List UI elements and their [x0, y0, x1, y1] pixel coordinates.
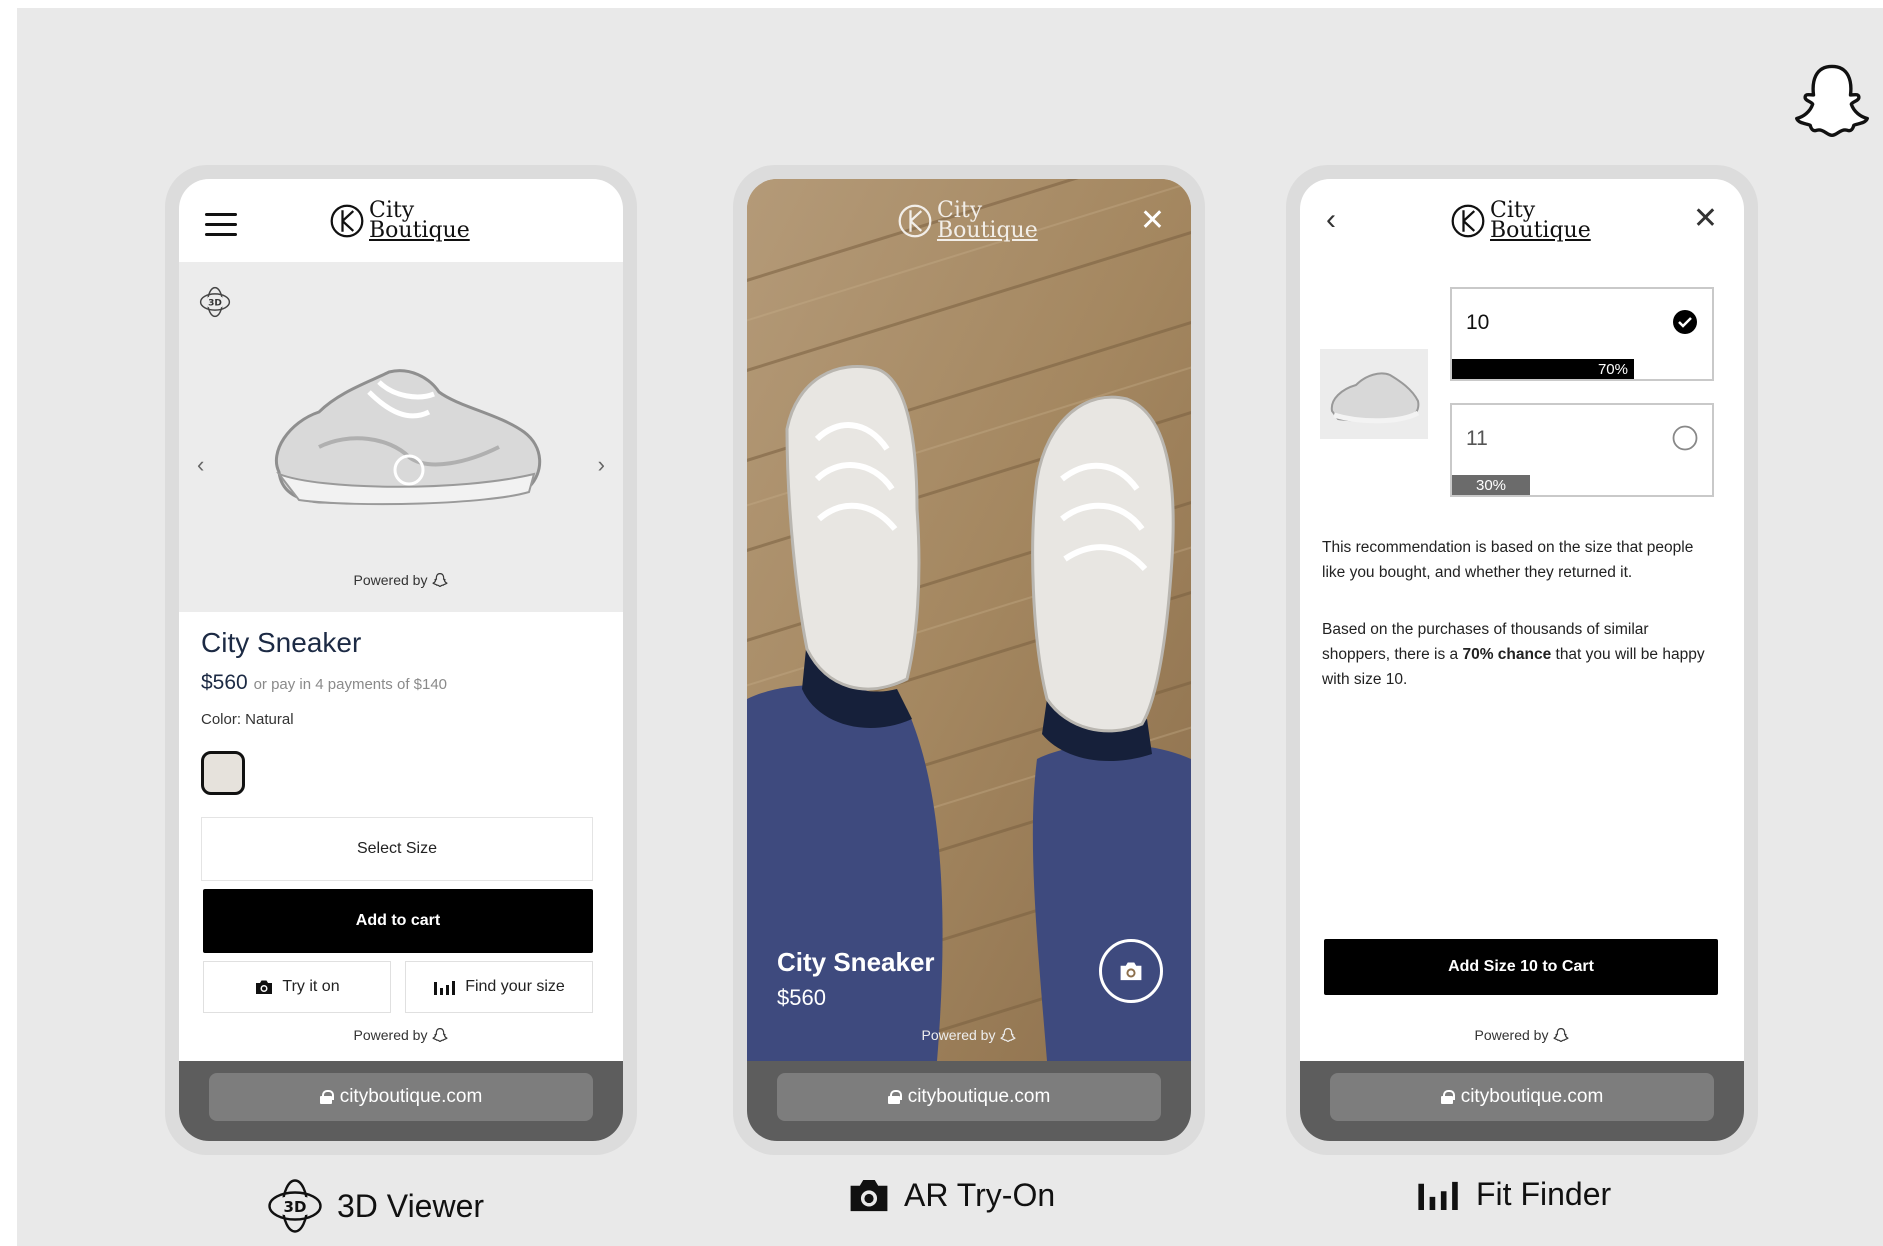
lock-icon	[1440, 1090, 1455, 1104]
menu-icon[interactable]	[205, 213, 237, 239]
brand-mark-icon	[1451, 204, 1485, 238]
size-number: 10	[1466, 311, 1490, 334]
size-number: 11	[1466, 427, 1488, 450]
caption-3d-viewer: 3D 3D Viewer	[265, 1176, 484, 1236]
powered-by-label: Powered by	[353, 572, 428, 588]
url-text: cityboutique.com	[339, 1086, 483, 1107]
phone-screen: City Boutique 3D ‹ › Powered by City Sne…	[179, 179, 623, 1141]
chevron-right-icon[interactable]: ›	[598, 452, 605, 478]
capture-button[interactable]	[1099, 939, 1163, 1003]
phone-ar-tryon: City Boutique ✕ City Sneaker $560 Powered…	[733, 165, 1205, 1155]
confidence-highlight: 70% chance	[1462, 646, 1552, 663]
phone-fit-finder: ‹ City Boutique ✕ 10 70% 11 30% This reco	[1286, 165, 1758, 1155]
color-label: Color: Natural	[201, 711, 294, 728]
caption-badge-3d-text: 3D	[284, 1198, 307, 1216]
badge-3d-text: 3D	[208, 299, 222, 309]
bar-chart-icon	[434, 981, 456, 995]
camera-icon	[850, 1180, 888, 1212]
size-probability-bar: 30%	[1452, 475, 1530, 495]
brand-mark-icon	[330, 204, 364, 238]
url-field[interactable]: cityboutique.com	[777, 1073, 1161, 1121]
snapchat-ghost-icon	[1000, 1027, 1017, 1043]
size-option-10[interactable]: 10 70%	[1450, 287, 1714, 381]
try-it-on-button[interactable]: Try it on	[203, 961, 391, 1013]
brand-logo[interactable]: City Boutique	[897, 200, 1038, 243]
phone-screen: ‹ City Boutique ✕ 10 70% 11 30% This reco	[1300, 179, 1744, 1141]
browser-url-bar: cityboutique.com	[1300, 1061, 1744, 1141]
chevron-left-icon[interactable]: ‹	[197, 452, 204, 478]
product-price: $560 or pay in 4 payments of $140	[201, 671, 447, 695]
snapchat-ghost-icon	[1553, 1027, 1570, 1043]
product-thumbnail	[1320, 349, 1428, 439]
powered-by-footer: Powered by	[179, 1027, 623, 1043]
sneaker-thumbnail-image	[1330, 372, 1420, 424]
size-percent: 30%	[1475, 476, 1507, 494]
find-your-size-button[interactable]: Find your size	[405, 961, 593, 1013]
installment-text: or pay in 4 payments of $140	[253, 676, 448, 693]
sneaker-3d-model[interactable]	[259, 352, 549, 512]
lock-icon	[887, 1090, 902, 1104]
powered-by: Powered by	[747, 1027, 1191, 1043]
3d-rotate-icon: 3D	[268, 1179, 322, 1233]
close-icon[interactable]: ✕	[1140, 203, 1165, 238]
snapchat-logo-icon	[1795, 64, 1869, 137]
caption-fit-finder: Fit Finder	[1414, 1176, 1611, 1213]
powered-by-label: Powered by	[1474, 1027, 1549, 1043]
url-text: cityboutique.com	[1460, 1086, 1604, 1107]
ar-product-title: City Sneaker	[777, 947, 935, 977]
camera-icon	[256, 980, 273, 994]
bar-chart-icon	[1418, 1181, 1458, 1210]
product-title: City Sneaker	[201, 627, 362, 658]
price-value: $560	[201, 671, 248, 694]
product-3d-viewer[interactable]: 3D ‹ › Powered by	[179, 262, 623, 612]
recommendation-explanation: This recommendation is based on the size…	[1322, 539, 1694, 581]
powered-by: Powered by	[1300, 1027, 1744, 1043]
powered-by-label: Powered by	[353, 1027, 428, 1043]
caption-label: 3D Viewer	[337, 1187, 485, 1224]
brand-line2: Boutique	[1490, 218, 1591, 243]
url-text: cityboutique.com	[907, 1086, 1051, 1107]
size-percent: 70%	[1597, 360, 1628, 378]
brand-mark-icon	[898, 204, 932, 238]
powered-by: Powered by	[179, 572, 623, 588]
url-field[interactable]: cityboutique.com	[209, 1073, 593, 1121]
close-icon[interactable]: ✕	[1693, 201, 1718, 236]
size-probability-bar: 70%	[1452, 359, 1634, 379]
radio-empty-icon[interactable]	[1672, 425, 1698, 451]
phone-screen: City Boutique ✕ City Sneaker $560 Powered…	[747, 179, 1191, 1141]
snapchat-ghost-icon	[432, 1027, 449, 1043]
brand-logo[interactable]: City Boutique	[1450, 200, 1591, 243]
browser-url-bar: cityboutique.com	[747, 1061, 1191, 1141]
url-field[interactable]: cityboutique.com	[1330, 1073, 1714, 1121]
browser-url-bar: cityboutique.com	[179, 1061, 623, 1141]
phone-3d-viewer: City Boutique 3D ‹ › Powered by City Sne…	[165, 165, 637, 1155]
caption-ar-tryon: AR Try-On	[846, 1176, 1055, 1214]
add-to-cart-button[interactable]: Add to cart	[203, 889, 593, 953]
caption-label: AR Try-On	[904, 1176, 1056, 1213]
brand-line2: Boutique	[937, 218, 1038, 243]
3d-rotate-icon[interactable]: 3D	[197, 284, 233, 320]
powered-by-label: Powered by	[921, 1027, 996, 1043]
brand-logo[interactable]: City Boutique	[329, 200, 470, 243]
ar-camera-feed[interactable]	[747, 179, 1191, 1061]
checkmark-circle-icon[interactable]	[1672, 309, 1698, 335]
back-chevron-icon[interactable]: ‹	[1326, 203, 1336, 237]
recommendation-confidence: Based on the purchases of thousands of s…	[1322, 617, 1712, 692]
ar-product-price: $560	[777, 985, 826, 1010]
size-option-11[interactable]: 11 30%	[1450, 403, 1714, 497]
try-it-on-label: Try it on	[282, 978, 340, 995]
caption-label: Fit Finder	[1476, 1176, 1612, 1212]
snapchat-ghost-icon	[432, 572, 449, 588]
camera-icon	[1120, 962, 1142, 981]
lock-icon	[319, 1090, 334, 1104]
color-swatch-natural[interactable]	[201, 751, 245, 795]
find-your-size-label: Find your size	[465, 978, 565, 995]
select-size-dropdown[interactable]: Select Size	[201, 817, 593, 881]
brand-line2: Boutique	[369, 218, 470, 243]
add-size-to-cart-button[interactable]: Add Size 10 to Cart	[1324, 939, 1718, 995]
